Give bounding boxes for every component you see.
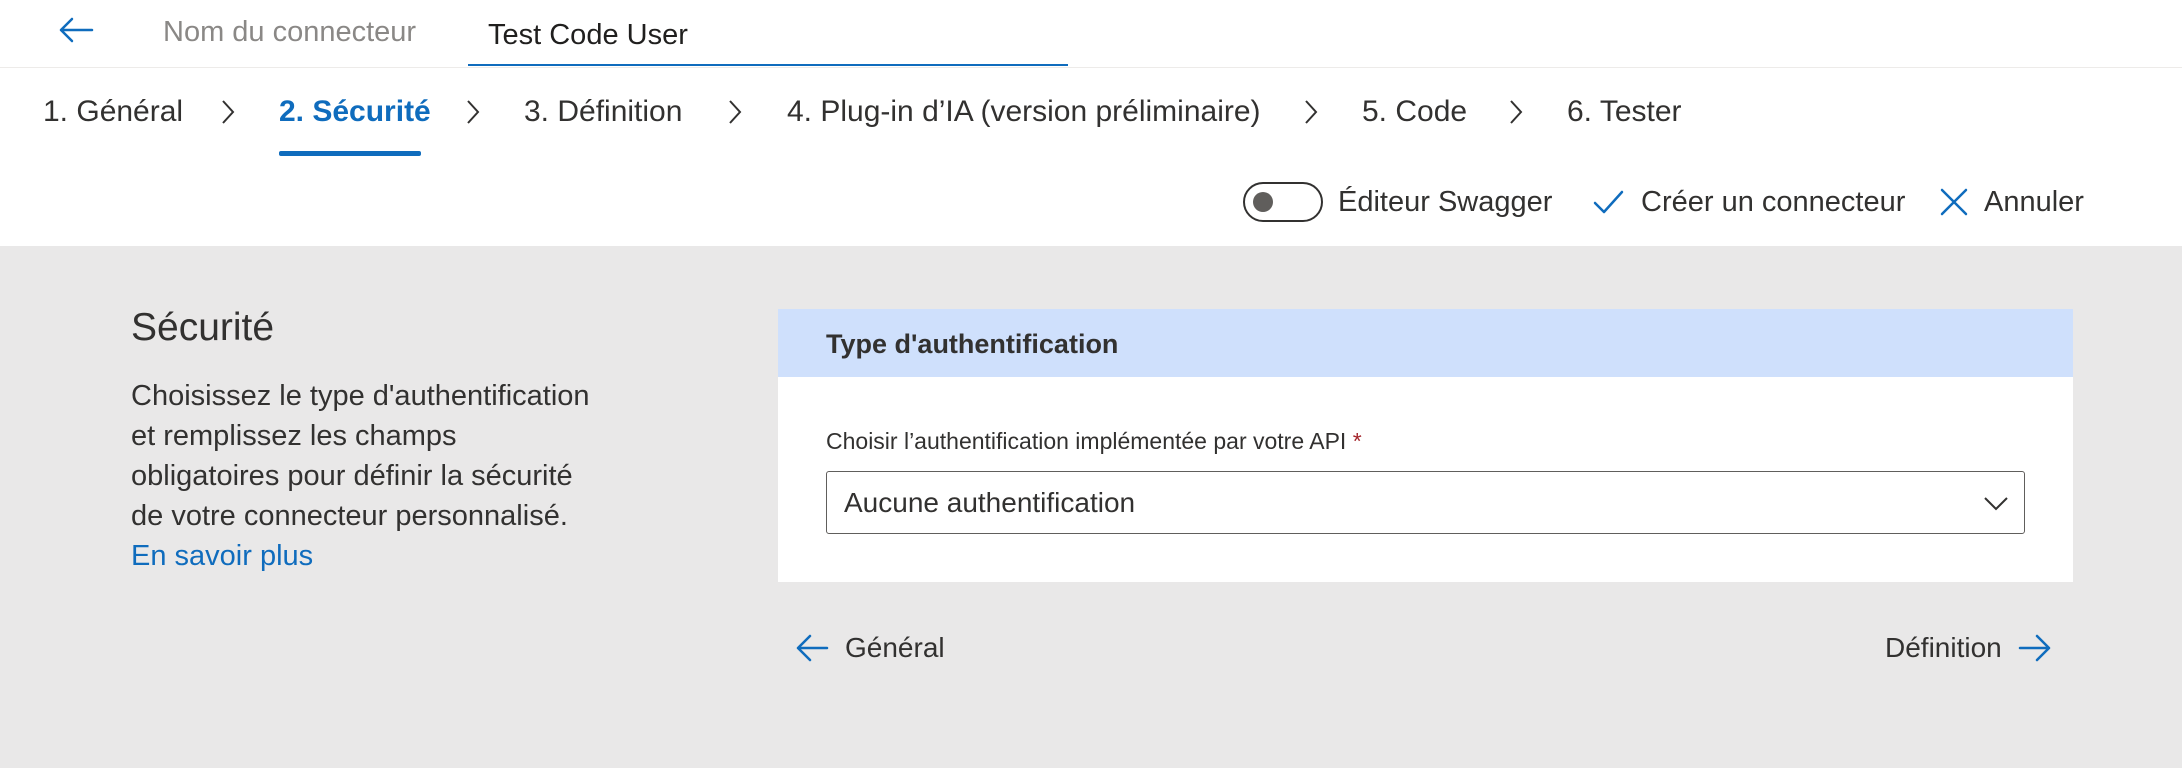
cancel-button[interactable]: Annuler xyxy=(1984,186,2084,219)
toggle-knob xyxy=(1253,192,1273,212)
chevron-down-icon xyxy=(1984,497,2008,511)
swagger-editor-label[interactable]: Éditeur Swagger xyxy=(1338,186,1552,219)
swagger-editor-toggle[interactable] xyxy=(1243,182,1323,222)
section-title: Sécurité xyxy=(131,306,275,349)
previous-step-label: Général xyxy=(845,632,945,663)
create-connector-button[interactable]: Créer un connecteur xyxy=(1641,186,1905,219)
chevron-right-icon xyxy=(467,100,480,124)
section-description-text: Choisissez le type d'authentification et… xyxy=(131,380,590,532)
next-step-button[interactable]: Définition xyxy=(1885,628,2052,668)
step-code[interactable]: 5. Code xyxy=(1362,95,1467,129)
step-definition[interactable]: 3. Définition xyxy=(524,95,682,129)
next-step-label: Définition xyxy=(1885,632,2002,663)
arrow-left-icon xyxy=(59,17,94,43)
connector-name-input[interactable] xyxy=(468,6,1068,66)
previous-step-button[interactable]: Général xyxy=(795,628,945,668)
chevron-right-icon xyxy=(1510,100,1523,124)
auth-field-label-text: Choisir l’authentification implémentée p… xyxy=(826,428,1347,454)
wizard-steps: 1. Général 2. Sécurité 3. Définition 4. … xyxy=(0,68,2182,158)
auth-type-selected-value: Aucune authentification xyxy=(844,487,1136,518)
back-button[interactable] xyxy=(52,10,100,50)
step-ai-plugin[interactable]: 4. Plug-in d’IA (version préliminaire) xyxy=(787,95,1261,129)
step-test[interactable]: 6. Tester xyxy=(1567,95,1682,129)
page-header: Nom du connecteur xyxy=(0,0,2182,68)
step-security[interactable]: 2. Sécurité xyxy=(279,95,431,129)
chevron-right-icon xyxy=(729,100,742,124)
auth-type-card: Type d'authentification Choisir l’authen… xyxy=(778,309,2073,582)
auth-type-dropdown[interactable]: Aucune authentification xyxy=(826,471,2025,534)
learn-more-link[interactable]: En savoir plus xyxy=(131,540,313,572)
card-header-title: Type d'authentification xyxy=(826,329,1119,359)
active-step-underline xyxy=(279,151,421,156)
auth-field-label: Choisir l’authentification implémentée p… xyxy=(826,428,1362,455)
required-marker: * xyxy=(1352,428,1362,454)
step-general[interactable]: 1. Général xyxy=(43,95,183,129)
connector-name-label: Nom du connecteur xyxy=(163,16,417,48)
arrow-right-icon xyxy=(2018,634,2050,662)
checkmark-icon[interactable] xyxy=(1592,186,1624,218)
arrow-left-icon xyxy=(796,634,829,662)
close-icon[interactable] xyxy=(1938,186,1970,218)
section-description: Choisissez le type d'authentification et… xyxy=(131,376,611,576)
chevron-right-icon xyxy=(1305,100,1318,124)
chevron-right-icon xyxy=(222,100,235,124)
card-header: Type d'authentification xyxy=(778,309,2073,377)
